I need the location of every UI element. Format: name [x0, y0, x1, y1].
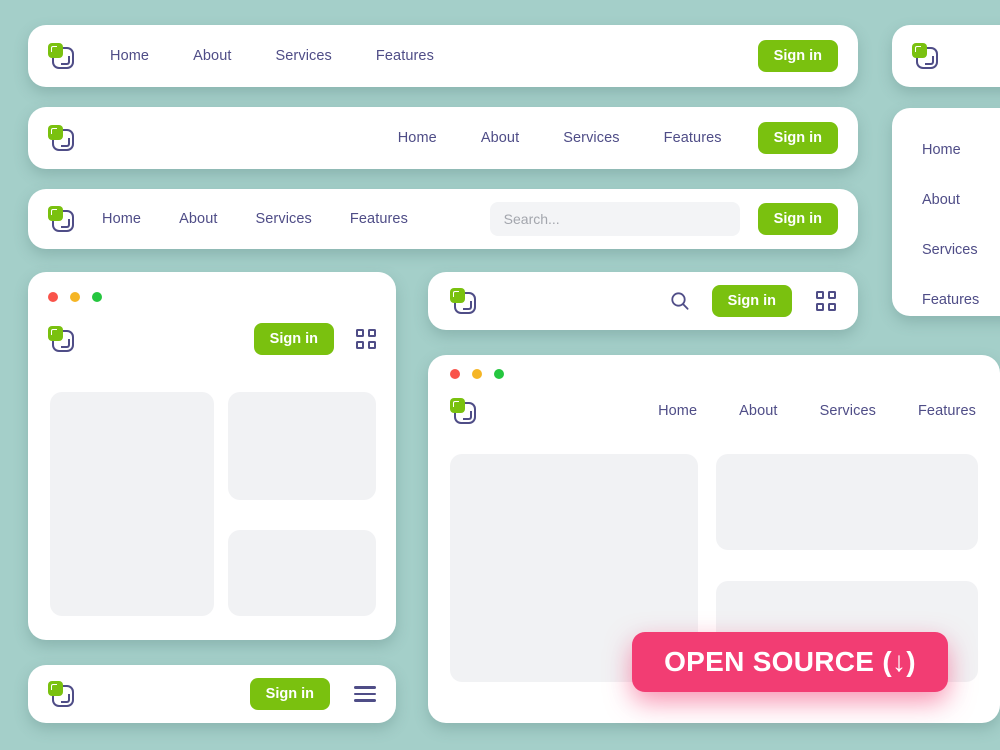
logo-icon[interactable]	[48, 125, 74, 151]
logo-chip-shape	[48, 206, 63, 221]
sidebar-item-home[interactable]: Home	[922, 142, 1000, 158]
nav-links: Home About Services Features	[658, 403, 976, 419]
window-toolbar: Home About Services Features	[450, 389, 976, 433]
nav-item-services[interactable]: Services	[276, 48, 332, 64]
nav-item-about[interactable]: About	[481, 130, 519, 146]
nav-item-home[interactable]: Home	[658, 403, 697, 419]
navbar-with-search-card: Home About Services Features Sign in	[28, 189, 858, 249]
sign-in-button[interactable]: Sign in	[758, 122, 838, 155]
content-placeholder-block	[716, 454, 978, 550]
window-traffic-lights	[48, 292, 102, 302]
window-close-dot-icon[interactable]	[450, 369, 460, 379]
nav-item-features[interactable]: Features	[918, 403, 976, 419]
sign-in-button[interactable]: Sign in	[250, 678, 330, 711]
content-placeholder-block	[228, 392, 376, 500]
hamburger-menu-icon[interactable]	[354, 682, 376, 705]
sidebar-item-features[interactable]: Features	[922, 292, 1000, 308]
navbar-hamburger-card: Sign in	[28, 665, 396, 723]
sign-in-button[interactable]: Sign in	[712, 285, 792, 318]
logo-chip-shape	[450, 288, 465, 303]
sign-in-button[interactable]: Sign in	[254, 323, 334, 356]
window-mockup-small-card: Sign in	[28, 272, 396, 640]
nav-item-home[interactable]: Home	[102, 211, 141, 227]
navbar-left-aligned-card: Home About Services Features Sign in	[28, 25, 858, 87]
logo-chip-shape	[48, 326, 63, 341]
window-toolbar: Sign in	[48, 316, 376, 362]
nav-item-home[interactable]: Home	[398, 130, 437, 146]
sidebar-vertical-nav-card: Home About Services Features	[892, 108, 1000, 316]
content-placeholder-block	[50, 392, 214, 616]
window-traffic-lights	[450, 369, 504, 379]
grid-menu-icon[interactable]	[356, 329, 376, 349]
logo-icon[interactable]	[48, 43, 74, 69]
window-minimize-dot-icon[interactable]	[70, 292, 80, 302]
nav-item-home[interactable]: Home	[110, 48, 149, 64]
logo-chip-shape	[48, 125, 63, 140]
navbar-centered-card: Home About Services Features Sign in	[28, 107, 858, 169]
logo-icon[interactable]	[48, 206, 74, 232]
search-input[interactable]	[490, 202, 740, 236]
logo-icon[interactable]	[48, 326, 74, 352]
open-source-badge[interactable]: OPEN SOURCE (↓)	[632, 632, 948, 692]
logo-icon[interactable]	[450, 398, 476, 424]
logo-chip-shape	[912, 43, 927, 58]
grid-menu-icon[interactable]	[816, 291, 836, 311]
logo-chip-shape	[48, 43, 63, 58]
nav-item-features[interactable]: Features	[350, 211, 408, 227]
nav-item-services[interactable]: Services	[820, 403, 876, 419]
nav-links: Home About Services Features	[398, 130, 722, 146]
sidebar-item-about[interactable]: About	[922, 192, 1000, 208]
nav-links: Home About Services Features	[102, 211, 408, 227]
nav-item-about[interactable]: About	[179, 211, 217, 227]
nav-item-features[interactable]: Features	[664, 130, 722, 146]
window-minimize-dot-icon[interactable]	[472, 369, 482, 379]
logo-icon[interactable]	[48, 681, 74, 707]
nav-item-services[interactable]: Services	[256, 211, 312, 227]
window-close-dot-icon[interactable]	[48, 292, 58, 302]
nav-item-services[interactable]: Services	[563, 130, 619, 146]
window-maximize-dot-icon[interactable]	[92, 292, 102, 302]
nav-item-about[interactable]: About	[739, 403, 777, 419]
logo-chip-shape	[48, 681, 63, 696]
logo-chip-shape	[450, 398, 465, 413]
window-maximize-dot-icon[interactable]	[494, 369, 504, 379]
sign-in-button[interactable]: Sign in	[758, 40, 838, 73]
content-placeholder-block	[228, 530, 376, 616]
nav-item-features[interactable]: Features	[376, 48, 434, 64]
sidebar-item-services[interactable]: Services	[922, 242, 1000, 258]
logo-icon[interactable]	[450, 288, 476, 314]
logo-icon[interactable]	[912, 43, 938, 69]
nav-links: Home About Services Features	[110, 48, 434, 64]
nav-item-about[interactable]: About	[193, 48, 231, 64]
sign-in-button[interactable]: Sign in	[758, 203, 838, 236]
page-root: Home About Services Features Sign in Hom…	[0, 0, 1000, 750]
search-icon[interactable]	[670, 291, 690, 311]
navbar-search-icon-card: Sign in	[428, 272, 858, 330]
navbar-topright-partial-card	[892, 25, 1000, 87]
